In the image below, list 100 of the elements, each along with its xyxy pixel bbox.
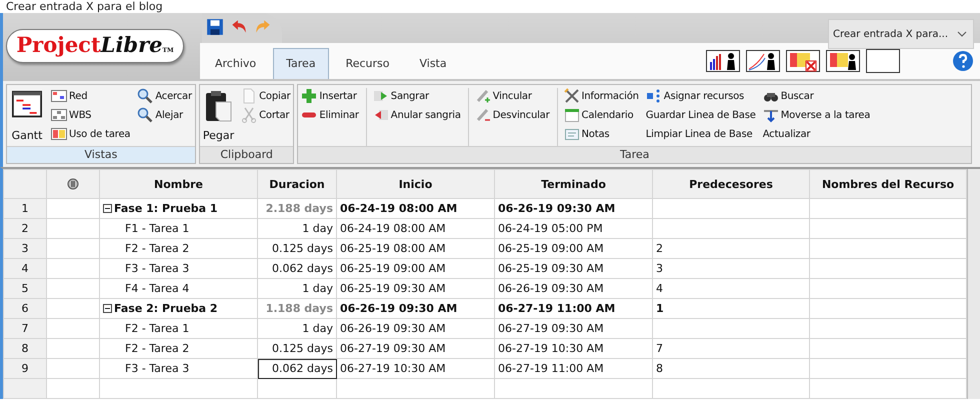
collapse-toggle[interactable] <box>103 304 112 314</box>
tools-icon <box>564 88 580 104</box>
finish-date-cell: 06-26-19 09:30 AM <box>494 278 652 298</box>
ribbon-button[interactable]: Vincular <box>474 88 550 104</box>
ribbon-tab[interactable]: Archivo <box>202 48 270 79</box>
row-number[interactable]: 1 <box>4 198 46 218</box>
ribbon-tab[interactable]: Tarea <box>273 48 329 79</box>
clipboard-icon <box>204 90 234 124</box>
blank-tool-button[interactable] <box>866 49 900 73</box>
finish-date-cell: 06-27-19 11:00 AM <box>494 358 652 378</box>
indent-icon <box>372 88 389 104</box>
task-name-cell: Fase 2: Prueba 2 <box>100 298 258 318</box>
ribbon-button[interactable]: WBS <box>51 107 130 123</box>
ribbon-button[interactable]: Red <box>51 88 130 104</box>
duration-cell: 1 day <box>258 318 336 338</box>
task-name-cell: F4 - Tarea 4 <box>100 278 258 298</box>
ribbon-button[interactable]: Eliminar <box>301 107 359 123</box>
ribbon-button[interactable]: Sangrar <box>372 88 461 104</box>
start-date-cell: 06-26-19 09:30 AM <box>336 298 494 318</box>
start-date-cell: 06-27-19 10:30 AM <box>336 358 494 378</box>
column-header[interactable]: Duracion <box>258 170 336 198</box>
row-number[interactable]: 9 <box>4 358 46 378</box>
ribbon-button[interactable]: Información <box>564 88 639 104</box>
gantt-chart-icon <box>10 90 44 120</box>
line-chart-person-icon[interactable] <box>746 49 780 73</box>
finish-date-cell: 06-27-19 10:30 AM <box>494 338 652 358</box>
ribbon-button[interactable]: Cortar <box>241 107 290 123</box>
column-header[interactable]: Inicio <box>336 170 494 198</box>
table-delete-icon[interactable] <box>786 49 820 73</box>
zoom-out-icon <box>137 107 154 123</box>
predecessors-cell: 1 <box>652 298 810 318</box>
caret-icon <box>957 31 967 37</box>
column-header[interactable]: Terminado <box>494 170 652 198</box>
go-to-task-icon <box>762 107 779 123</box>
ribbon-button[interactable]: Copiar <box>241 88 290 104</box>
bar-chart-person-icon[interactable] <box>706 49 740 73</box>
outdent-icon <box>372 107 389 123</box>
ribbon-button[interactable]: Moverse a la tarea <box>762 107 870 123</box>
ribbon-button[interactable]: Uso de tarea <box>51 126 130 142</box>
ribbon-button[interactable]: Limpiar Linea de Base <box>646 126 756 142</box>
link-icon <box>474 88 491 104</box>
column-header[interactable]: Nombres del Recurso <box>810 170 966 198</box>
finish-date-cell: 06-27-19 11:00 AM <box>494 298 652 318</box>
network-icon <box>51 88 67 104</box>
ribbon-button[interactable]: Insertar <box>301 88 359 104</box>
ribbon-button[interactable]: Alejar <box>137 107 192 123</box>
task-name-cell: F3 - Tarea 3 <box>100 258 258 278</box>
finish-date-cell: 06-24-19 05:00 PM <box>494 218 652 238</box>
predecessors-cell: 4 <box>652 278 810 298</box>
ribbon-tab[interactable]: Vista <box>406 48 460 79</box>
scissors-icon <box>241 107 258 123</box>
hierarchy-icon <box>51 107 67 123</box>
save-icon[interactable] <box>206 18 224 36</box>
predecessors-cell: 8 <box>652 358 810 378</box>
ribbon-button[interactable]: Gantt <box>10 88 44 142</box>
project-dropdown[interactable]: Crear entrada X para... <box>828 19 974 49</box>
row-number[interactable]: 4 <box>4 258 46 278</box>
ribbon-button[interactable]: Anular sangria <box>372 107 461 123</box>
task-name-cell: Fase 1: Prueba 1 <box>100 198 258 218</box>
task-name-cell: F3 - Tarea 3 <box>100 358 258 378</box>
ribbon-tab[interactable]: Recurso <box>332 48 402 79</box>
ribbon-button[interactable]: Notas <box>564 126 639 142</box>
duration-cell: 0.062 days <box>258 258 336 278</box>
ribbon-button[interactable]: Pegar <box>202 88 234 142</box>
task-name-cell: F1 - Tarea 1 <box>100 218 258 238</box>
start-date-cell: 06-24-19 08:00 AM <box>336 198 494 218</box>
finish-date-cell: 06-25-19 09:30 AM <box>494 258 652 278</box>
row-number[interactable]: 2 <box>4 218 46 238</box>
ribbon-button[interactable]: Desvincular <box>474 107 550 123</box>
collapse-toggle[interactable] <box>103 204 112 214</box>
duration-cell: 0.125 days <box>258 338 336 358</box>
column-header[interactable]: Nombre <box>100 170 258 198</box>
task-name-cell: F2 - Tarea 1 <box>100 318 258 338</box>
ribbon-button[interactable]: Actualizar <box>762 126 870 142</box>
duration-cell: 1 day <box>258 278 336 298</box>
table-person-icon[interactable] <box>826 49 860 73</box>
duration-cell: 1 day <box>258 218 336 238</box>
window-title: Crear entrada X para el blog <box>6 0 163 12</box>
task-name-cell: F2 - Tarea 2 <box>100 238 258 258</box>
finish-date-cell: 06-27-19 09:30 AM <box>494 318 652 338</box>
start-date-cell: 06-27-19 09:30 AM <box>336 338 494 358</box>
ribbon-button[interactable]: Acercar <box>137 88 192 104</box>
duration-cell: 1.188 days <box>258 298 336 318</box>
duration-cell: 2.188 days <box>258 198 336 218</box>
ribbon-button[interactable]: Asignar recursos <box>646 88 756 104</box>
unlink-icon <box>474 107 491 123</box>
start-date-cell: 06-26-19 09:30 AM <box>336 318 494 338</box>
ribbon-button[interactable]: Buscar <box>762 88 870 104</box>
row-number[interactable]: 8 <box>4 338 46 358</box>
predecessors-cell: 7 <box>652 338 810 358</box>
duration-cell: 0.062 days <box>258 358 336 378</box>
ribbon-button[interactable]: Calendario <box>564 107 639 123</box>
row-number[interactable]: 7 <box>4 318 46 338</box>
finish-date-cell: 06-25-19 09:00 AM <box>494 238 652 258</box>
help-icon[interactable] <box>952 50 974 72</box>
row-number[interactable]: 3 <box>4 238 46 258</box>
column-header[interactable]: Predecesores <box>652 170 810 198</box>
row-number[interactable]: 6 <box>4 298 46 318</box>
ribbon-button[interactable]: Guardar Linea de Base <box>646 107 756 123</box>
row-number[interactable]: 5 <box>4 278 46 298</box>
